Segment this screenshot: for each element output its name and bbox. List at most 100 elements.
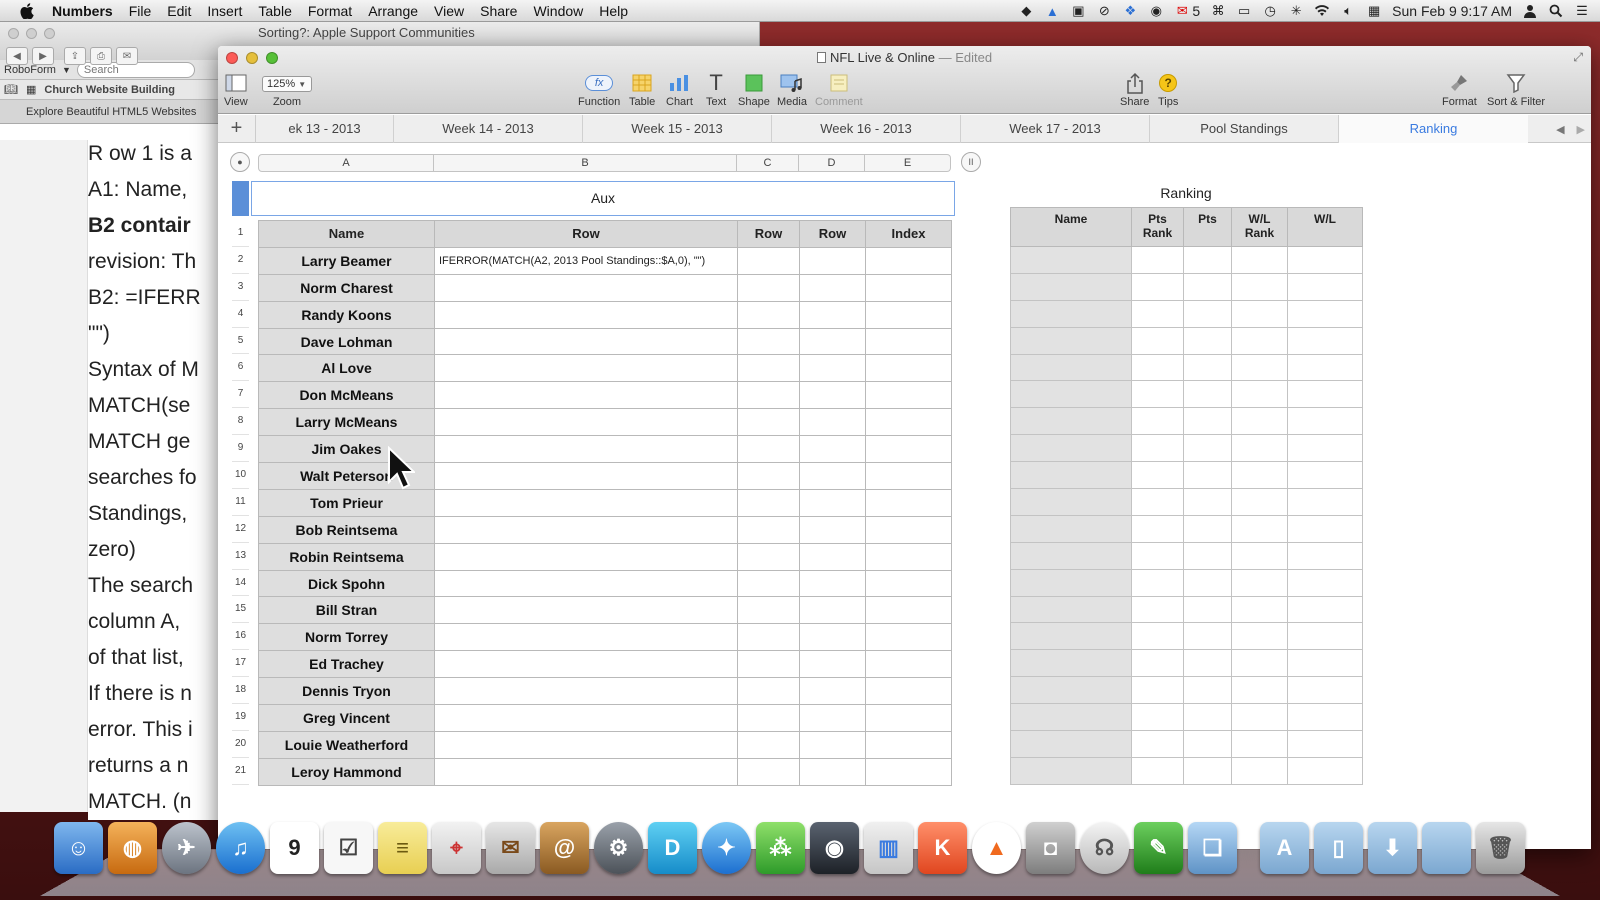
reminders-icon[interactable]: ☑ <box>324 822 373 874</box>
user-icon[interactable] <box>1522 4 1538 18</box>
ranking-cell[interactable] <box>1183 568 1232 597</box>
header-index[interactable]: Index <box>865 220 952 248</box>
chevron-down-icon[interactable]: ▼ <box>62 65 71 75</box>
empty-cell[interactable] <box>865 677 952 706</box>
function-button[interactable]: fx Function <box>578 72 620 108</box>
menu-edit[interactable]: Edit <box>167 3 191 19</box>
ranking-cell[interactable] <box>1231 568 1288 597</box>
preview-icon[interactable]: ❏ <box>1188 822 1237 874</box>
ranking-cell[interactable] <box>1010 353 1132 382</box>
empty-cell[interactable] <box>799 623 866 652</box>
ranking-cell[interactable] <box>1131 568 1184 597</box>
ranking-cell[interactable] <box>1287 326 1363 355</box>
ranking-cell[interactable] <box>1231 353 1288 382</box>
ranking-cell[interactable] <box>1231 434 1288 463</box>
tab-scroll-right-icon[interactable]: ▶ <box>1577 123 1585 136</box>
ranking-cell[interactable] <box>1131 299 1184 328</box>
ranking-cell[interactable] <box>1010 407 1132 436</box>
ranking-cell[interactable] <box>1183 649 1232 678</box>
ranking-cell[interactable] <box>1231 595 1288 624</box>
fullscreen-icon[interactable]: ⤢ <box>1573 50 1583 65</box>
elephant-app-icon[interactable]: ☊ <box>1080 822 1129 874</box>
keynote-kit-icon[interactable]: K <box>918 822 967 874</box>
row-number[interactable]: 1 <box>232 220 249 247</box>
reading-list-icon[interactable]: 📖︎ <box>4 83 18 96</box>
view-button[interactable]: View <box>224 72 248 108</box>
name-cell[interactable]: Larry McMeans <box>258 408 435 437</box>
print-icon[interactable]: ⎙ <box>90 47 112 65</box>
chart-button[interactable]: Chart <box>666 72 693 108</box>
header-row-c[interactable]: Row <box>737 220 800 248</box>
header-row-d[interactable]: Row <box>799 220 866 248</box>
tab-week-15[interactable]: Week 15 - 2013 <box>583 114 772 143</box>
empty-cell[interactable] <box>434 462 738 490</box>
ranking-cell[interactable] <box>1231 514 1288 543</box>
ranking-cell[interactable] <box>1231 649 1288 678</box>
downloads-folder-icon[interactable]: ⬇ <box>1368 822 1417 874</box>
forward-icon[interactable]: ▶ <box>32 47 54 65</box>
empty-cell[interactable] <box>737 462 800 490</box>
ranking-cell[interactable] <box>1231 730 1288 758</box>
media-button[interactable]: Media <box>777 72 807 108</box>
ranking-cell[interactable] <box>1231 272 1288 301</box>
empty-cell[interactable] <box>799 596 866 625</box>
column-header-e[interactable]: E <box>865 154 951 172</box>
empty-cell[interactable] <box>737 569 800 598</box>
empty-cell[interactable] <box>434 408 738 437</box>
menu-table[interactable]: Table <box>258 3 291 19</box>
zoom-select[interactable]: 125% ▼ <box>262 76 312 92</box>
empty-cell[interactable] <box>434 435 738 464</box>
row-number[interactable]: 3 <box>232 274 249 301</box>
tab-week-13[interactable]: ek 13 - 2013 <box>256 114 394 143</box>
ranking-cell[interactable] <box>1010 649 1132 678</box>
jar-app-icon[interactable]: ◍ <box>108 822 157 874</box>
ranking-cell[interactable] <box>1287 730 1363 758</box>
empty-cell[interactable] <box>434 596 738 625</box>
ranking-cell[interactable] <box>1231 407 1288 436</box>
ranking-cell[interactable] <box>1183 541 1232 570</box>
empty-cell[interactable] <box>737 730 800 759</box>
finder-icon[interactable]: ☺ <box>54 822 103 874</box>
mail-eagle-icon[interactable]: ✉ <box>486 822 535 874</box>
menu-window[interactable]: Window <box>533 3 583 19</box>
comment-button[interactable]: Comment <box>815 72 863 108</box>
header-name[interactable]: Name <box>258 220 435 248</box>
ranking-cell[interactable] <box>1131 353 1184 382</box>
row-number[interactable]: 8 <box>232 408 249 436</box>
ranking-cell[interactable] <box>1287 622 1363 651</box>
ranking-cell[interactable] <box>1287 299 1363 328</box>
trash-icon[interactable]: 🗑︎ <box>1476 822 1525 874</box>
itunes-icon[interactable]: ♫ <box>216 822 265 874</box>
name-cell[interactable]: Dave Lohman <box>258 327 435 356</box>
ranking-cell[interactable] <box>1010 568 1132 597</box>
ranking-cell[interactable] <box>1287 407 1363 436</box>
ranking-cell[interactable] <box>1183 380 1232 409</box>
empty-cell[interactable] <box>799 704 866 732</box>
empty-cell[interactable] <box>434 757 738 786</box>
empty-cell[interactable] <box>865 623 952 652</box>
empty-cell[interactable] <box>799 542 866 571</box>
maps-icon[interactable]: ⌖ <box>432 822 481 874</box>
empty-cell[interactable] <box>865 704 952 732</box>
empty-cell[interactable] <box>865 515 952 544</box>
ranking-cell[interactable] <box>1287 676 1363 705</box>
empty-cell[interactable] <box>434 354 738 383</box>
empty-cell[interactable] <box>865 408 952 437</box>
name-cell[interactable]: Ed Trachey <box>258 650 435 679</box>
ranking-cell[interactable] <box>1183 595 1232 624</box>
empty-cell[interactable] <box>865 435 952 464</box>
ranking-cell[interactable] <box>1231 756 1288 785</box>
ranking-cell[interactable] <box>1010 595 1132 624</box>
ranking-cell[interactable] <box>1183 514 1232 543</box>
ranking-cell[interactable] <box>1010 299 1132 328</box>
bookmark-church-website[interactable]: Church Website Building <box>44 84 175 96</box>
empty-cell[interactable] <box>865 730 952 759</box>
empty-cell[interactable] <box>737 381 800 410</box>
spotlight-icon[interactable] <box>1548 4 1564 18</box>
empty-cell[interactable] <box>737 327 800 356</box>
browser-close-button[interactable] <box>8 28 19 39</box>
empty-cell[interactable] <box>737 354 800 383</box>
empty-cell[interactable] <box>799 408 866 437</box>
name-cell[interactable]: Tom Prieur <box>258 488 435 517</box>
ranking-cell[interactable] <box>1010 272 1132 301</box>
